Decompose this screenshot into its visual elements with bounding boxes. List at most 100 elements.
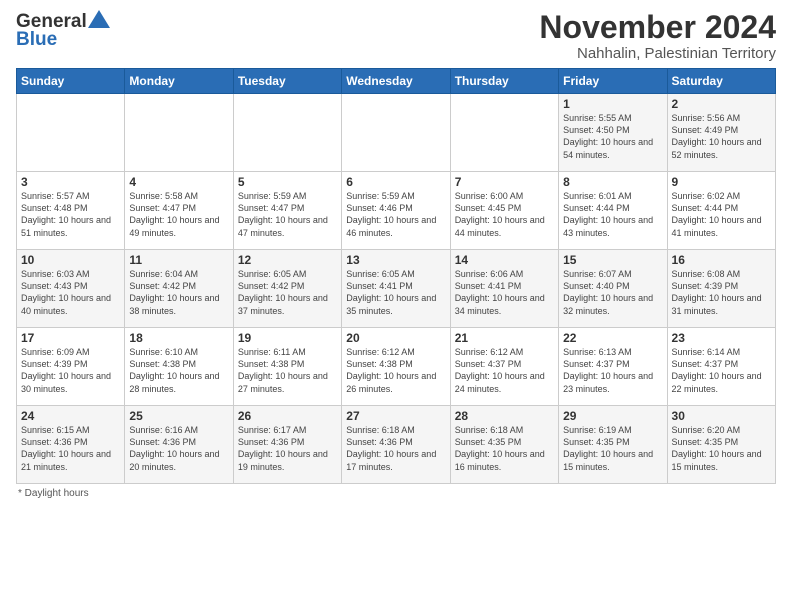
day-number: 20 <box>346 331 445 345</box>
logo-blue-text: Blue <box>16 29 57 51</box>
day-info: Sunrise: 6:05 AM Sunset: 4:41 PM Dayligh… <box>346 268 445 317</box>
day-info: Sunrise: 6:18 AM Sunset: 4:36 PM Dayligh… <box>346 424 445 473</box>
day-info: Sunrise: 6:10 AM Sunset: 4:38 PM Dayligh… <box>129 346 228 395</box>
day-info: Sunrise: 6:00 AM Sunset: 4:45 PM Dayligh… <box>455 190 554 239</box>
calendar-cell <box>125 94 233 172</box>
calendar-cell: 14Sunrise: 6:06 AM Sunset: 4:41 PM Dayli… <box>450 250 558 328</box>
day-number: 23 <box>672 331 771 345</box>
calendar-week-1: 1Sunrise: 5:55 AM Sunset: 4:50 PM Daylig… <box>17 94 776 172</box>
calendar-cell <box>17 94 125 172</box>
calendar-cell: 20Sunrise: 6:12 AM Sunset: 4:38 PM Dayli… <box>342 328 450 406</box>
day-info: Sunrise: 5:56 AM Sunset: 4:49 PM Dayligh… <box>672 112 771 161</box>
calendar-cell: 26Sunrise: 6:17 AM Sunset: 4:36 PM Dayli… <box>233 406 341 484</box>
day-number: 4 <box>129 175 228 189</box>
day-number: 25 <box>129 409 228 423</box>
day-info: Sunrise: 6:09 AM Sunset: 4:39 PM Dayligh… <box>21 346 120 395</box>
day-info: Sunrise: 6:14 AM Sunset: 4:37 PM Dayligh… <box>672 346 771 395</box>
logo: General Blue <box>16 10 111 51</box>
day-info: Sunrise: 5:58 AM Sunset: 4:47 PM Dayligh… <box>129 190 228 239</box>
calendar-cell: 24Sunrise: 6:15 AM Sunset: 4:36 PM Dayli… <box>17 406 125 484</box>
calendar-week-4: 17Sunrise: 6:09 AM Sunset: 4:39 PM Dayli… <box>17 328 776 406</box>
day-info: Sunrise: 6:02 AM Sunset: 4:44 PM Dayligh… <box>672 190 771 239</box>
day-info: Sunrise: 6:13 AM Sunset: 4:37 PM Dayligh… <box>563 346 662 395</box>
col-header-tuesday: Tuesday <box>233 69 341 94</box>
day-number: 10 <box>21 253 120 267</box>
day-number: 16 <box>672 253 771 267</box>
day-number: 12 <box>238 253 337 267</box>
footer-note: * Daylight hours <box>16 488 776 499</box>
month-title: November 2024 <box>539 10 776 45</box>
day-number: 14 <box>455 253 554 267</box>
title-block: November 2024 Nahhalin, Palestinian Terr… <box>539 10 776 62</box>
calendar-cell: 28Sunrise: 6:18 AM Sunset: 4:35 PM Dayli… <box>450 406 558 484</box>
calendar-cell: 22Sunrise: 6:13 AM Sunset: 4:37 PM Dayli… <box>559 328 667 406</box>
calendar-cell: 3Sunrise: 5:57 AM Sunset: 4:48 PM Daylig… <box>17 172 125 250</box>
calendar-cell: 1Sunrise: 5:55 AM Sunset: 4:50 PM Daylig… <box>559 94 667 172</box>
location-title: Nahhalin, Palestinian Territory <box>539 45 776 62</box>
calendar-cell: 13Sunrise: 6:05 AM Sunset: 4:41 PM Dayli… <box>342 250 450 328</box>
col-header-friday: Friday <box>559 69 667 94</box>
calendar-cell: 11Sunrise: 6:04 AM Sunset: 4:42 PM Dayli… <box>125 250 233 328</box>
col-header-wednesday: Wednesday <box>342 69 450 94</box>
day-info: Sunrise: 5:55 AM Sunset: 4:50 PM Dayligh… <box>563 112 662 161</box>
calendar-week-2: 3Sunrise: 5:57 AM Sunset: 4:48 PM Daylig… <box>17 172 776 250</box>
day-number: 13 <box>346 253 445 267</box>
header: General Blue November 2024 Nahhalin, Pal… <box>16 10 776 62</box>
calendar-cell: 2Sunrise: 5:56 AM Sunset: 4:49 PM Daylig… <box>667 94 775 172</box>
calendar-week-3: 10Sunrise: 6:03 AM Sunset: 4:43 PM Dayli… <box>17 250 776 328</box>
calendar-cell <box>450 94 558 172</box>
day-number: 11 <box>129 253 228 267</box>
col-header-sunday: Sunday <box>17 69 125 94</box>
calendar-cell: 25Sunrise: 6:16 AM Sunset: 4:36 PM Dayli… <box>125 406 233 484</box>
calendar-cell: 19Sunrise: 6:11 AM Sunset: 4:38 PM Dayli… <box>233 328 341 406</box>
calendar-cell: 7Sunrise: 6:00 AM Sunset: 4:45 PM Daylig… <box>450 172 558 250</box>
day-number: 6 <box>346 175 445 189</box>
day-number: 3 <box>21 175 120 189</box>
calendar-cell: 9Sunrise: 6:02 AM Sunset: 4:44 PM Daylig… <box>667 172 775 250</box>
day-number: 30 <box>672 409 771 423</box>
calendar-cell: 8Sunrise: 6:01 AM Sunset: 4:44 PM Daylig… <box>559 172 667 250</box>
day-number: 18 <box>129 331 228 345</box>
day-info: Sunrise: 6:11 AM Sunset: 4:38 PM Dayligh… <box>238 346 337 395</box>
calendar-cell: 5Sunrise: 5:59 AM Sunset: 4:47 PM Daylig… <box>233 172 341 250</box>
calendar-cell: 12Sunrise: 6:05 AM Sunset: 4:42 PM Dayli… <box>233 250 341 328</box>
calendar-week-5: 24Sunrise: 6:15 AM Sunset: 4:36 PM Dayli… <box>17 406 776 484</box>
day-number: 29 <box>563 409 662 423</box>
calendar-cell: 4Sunrise: 5:58 AM Sunset: 4:47 PM Daylig… <box>125 172 233 250</box>
calendar-cell: 30Sunrise: 6:20 AM Sunset: 4:35 PM Dayli… <box>667 406 775 484</box>
day-info: Sunrise: 6:20 AM Sunset: 4:35 PM Dayligh… <box>672 424 771 473</box>
day-info: Sunrise: 6:16 AM Sunset: 4:36 PM Dayligh… <box>129 424 228 473</box>
calendar-cell: 18Sunrise: 6:10 AM Sunset: 4:38 PM Dayli… <box>125 328 233 406</box>
day-info: Sunrise: 6:18 AM Sunset: 4:35 PM Dayligh… <box>455 424 554 473</box>
day-info: Sunrise: 6:03 AM Sunset: 4:43 PM Dayligh… <box>21 268 120 317</box>
calendar-header-row: SundayMondayTuesdayWednesdayThursdayFrid… <box>17 69 776 94</box>
page-container: General Blue November 2024 Nahhalin, Pal… <box>0 0 792 507</box>
day-info: Sunrise: 5:59 AM Sunset: 4:46 PM Dayligh… <box>346 190 445 239</box>
day-number: 21 <box>455 331 554 345</box>
day-number: 22 <box>563 331 662 345</box>
day-number: 19 <box>238 331 337 345</box>
calendar-body: 1Sunrise: 5:55 AM Sunset: 4:50 PM Daylig… <box>17 94 776 484</box>
day-number: 17 <box>21 331 120 345</box>
calendar-cell: 6Sunrise: 5:59 AM Sunset: 4:46 PM Daylig… <box>342 172 450 250</box>
day-number: 1 <box>563 97 662 111</box>
calendar-cell <box>342 94 450 172</box>
day-number: 9 <box>672 175 771 189</box>
day-number: 2 <box>672 97 771 111</box>
calendar-cell: 23Sunrise: 6:14 AM Sunset: 4:37 PM Dayli… <box>667 328 775 406</box>
calendar-table: SundayMondayTuesdayWednesdayThursdayFrid… <box>16 68 776 484</box>
day-info: Sunrise: 6:12 AM Sunset: 4:37 PM Dayligh… <box>455 346 554 395</box>
logo-icon <box>88 10 110 33</box>
calendar-cell: 21Sunrise: 6:12 AM Sunset: 4:37 PM Dayli… <box>450 328 558 406</box>
day-info: Sunrise: 5:59 AM Sunset: 4:47 PM Dayligh… <box>238 190 337 239</box>
calendar-cell: 10Sunrise: 6:03 AM Sunset: 4:43 PM Dayli… <box>17 250 125 328</box>
day-info: Sunrise: 6:01 AM Sunset: 4:44 PM Dayligh… <box>563 190 662 239</box>
day-info: Sunrise: 6:15 AM Sunset: 4:36 PM Dayligh… <box>21 424 120 473</box>
col-header-monday: Monday <box>125 69 233 94</box>
col-header-thursday: Thursday <box>450 69 558 94</box>
calendar-cell: 16Sunrise: 6:08 AM Sunset: 4:39 PM Dayli… <box>667 250 775 328</box>
calendar-cell: 15Sunrise: 6:07 AM Sunset: 4:40 PM Dayli… <box>559 250 667 328</box>
day-info: Sunrise: 6:17 AM Sunset: 4:36 PM Dayligh… <box>238 424 337 473</box>
day-number: 8 <box>563 175 662 189</box>
day-info: Sunrise: 6:19 AM Sunset: 4:35 PM Dayligh… <box>563 424 662 473</box>
